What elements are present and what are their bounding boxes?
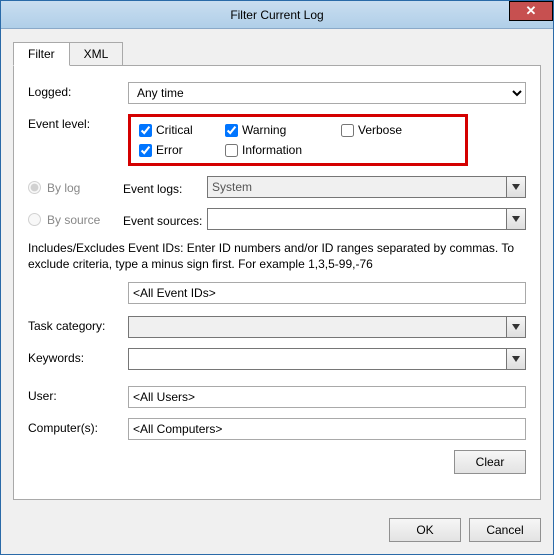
by-log-row: By log Event logs:	[28, 176, 526, 198]
ok-button[interactable]: OK	[389, 518, 461, 542]
computers-input[interactable]	[128, 418, 526, 440]
tab-xml[interactable]: XML	[69, 42, 124, 66]
close-button[interactable]: ✕	[509, 1, 553, 21]
keywords-dropdown-button[interactable]	[506, 348, 526, 370]
critical-label: Critical	[156, 123, 193, 137]
warning-checkbox-wrap[interactable]: Warning	[225, 123, 335, 137]
dialog-footer: OK Cancel	[1, 508, 553, 554]
tab-filter[interactable]: Filter	[13, 42, 70, 66]
keywords-label: Keywords:	[28, 348, 128, 365]
event-level-label: Event level:	[28, 114, 128, 131]
logged-select[interactable]: Any time	[128, 82, 526, 104]
by-source-label: By source	[47, 212, 123, 227]
chevron-down-icon	[512, 216, 520, 222]
computers-label: Computer(s):	[28, 418, 128, 435]
error-label: Error	[156, 143, 183, 157]
verbose-checkbox-wrap[interactable]: Verbose	[341, 123, 431, 137]
event-level-highlight: Critical Warning Verbose	[128, 114, 468, 166]
task-category-input	[128, 316, 506, 338]
close-icon: ✕	[526, 3, 537, 19]
cancel-button[interactable]: Cancel	[469, 518, 541, 542]
tab-panel-filter: Logged: Any time Event level: Critical	[13, 65, 541, 500]
dialog-body: Filter XML Logged: Any time Event level:	[1, 29, 553, 508]
titlebar: Filter Current Log ✕	[1, 1, 553, 29]
error-checkbox[interactable]	[139, 144, 152, 157]
filter-current-log-window: Filter Current Log ✕ Filter XML Logged: …	[0, 0, 554, 555]
event-sources-label: Event sources:	[123, 211, 207, 228]
event-sources-input[interactable]	[207, 208, 506, 230]
task-category-label: Task category:	[28, 316, 128, 333]
critical-checkbox-wrap[interactable]: Critical	[139, 123, 219, 137]
task-category-combo	[128, 316, 526, 338]
keywords-combo	[128, 348, 526, 370]
by-log-label: By log	[47, 180, 123, 195]
user-input[interactable]	[128, 386, 526, 408]
error-checkbox-wrap[interactable]: Error	[139, 143, 219, 157]
event-sources-dropdown-button[interactable]	[506, 208, 526, 230]
event-ids-description: Includes/Excludes Event IDs: Enter ID nu…	[28, 240, 526, 272]
keywords-input[interactable]	[128, 348, 506, 370]
user-label: User:	[28, 386, 128, 403]
verbose-label: Verbose	[358, 123, 402, 137]
by-log-radio	[28, 181, 41, 194]
event-logs-input	[207, 176, 506, 198]
by-source-radio	[28, 213, 41, 226]
critical-checkbox[interactable]	[139, 124, 152, 137]
chevron-down-icon	[512, 356, 520, 362]
event-logs-dropdown-button[interactable]	[506, 176, 526, 198]
event-logs-combo	[207, 176, 526, 198]
event-sources-combo	[207, 208, 526, 230]
information-checkbox-wrap[interactable]: Information	[225, 143, 335, 157]
clear-button[interactable]: Clear	[454, 450, 526, 474]
chevron-down-icon	[512, 184, 520, 190]
information-label: Information	[242, 143, 302, 157]
information-checkbox[interactable]	[225, 144, 238, 157]
event-ids-input[interactable]	[128, 282, 526, 304]
window-title: Filter Current Log	[230, 8, 323, 22]
event-logs-label: Event logs:	[123, 179, 207, 196]
task-category-dropdown-button[interactable]	[506, 316, 526, 338]
by-source-row: By source Event sources:	[28, 208, 526, 230]
chevron-down-icon	[512, 324, 520, 330]
warning-checkbox[interactable]	[225, 124, 238, 137]
warning-label: Warning	[242, 123, 286, 137]
verbose-checkbox[interactable]	[341, 124, 354, 137]
tabstrip: Filter XML	[13, 41, 541, 65]
logged-label: Logged:	[28, 82, 128, 99]
